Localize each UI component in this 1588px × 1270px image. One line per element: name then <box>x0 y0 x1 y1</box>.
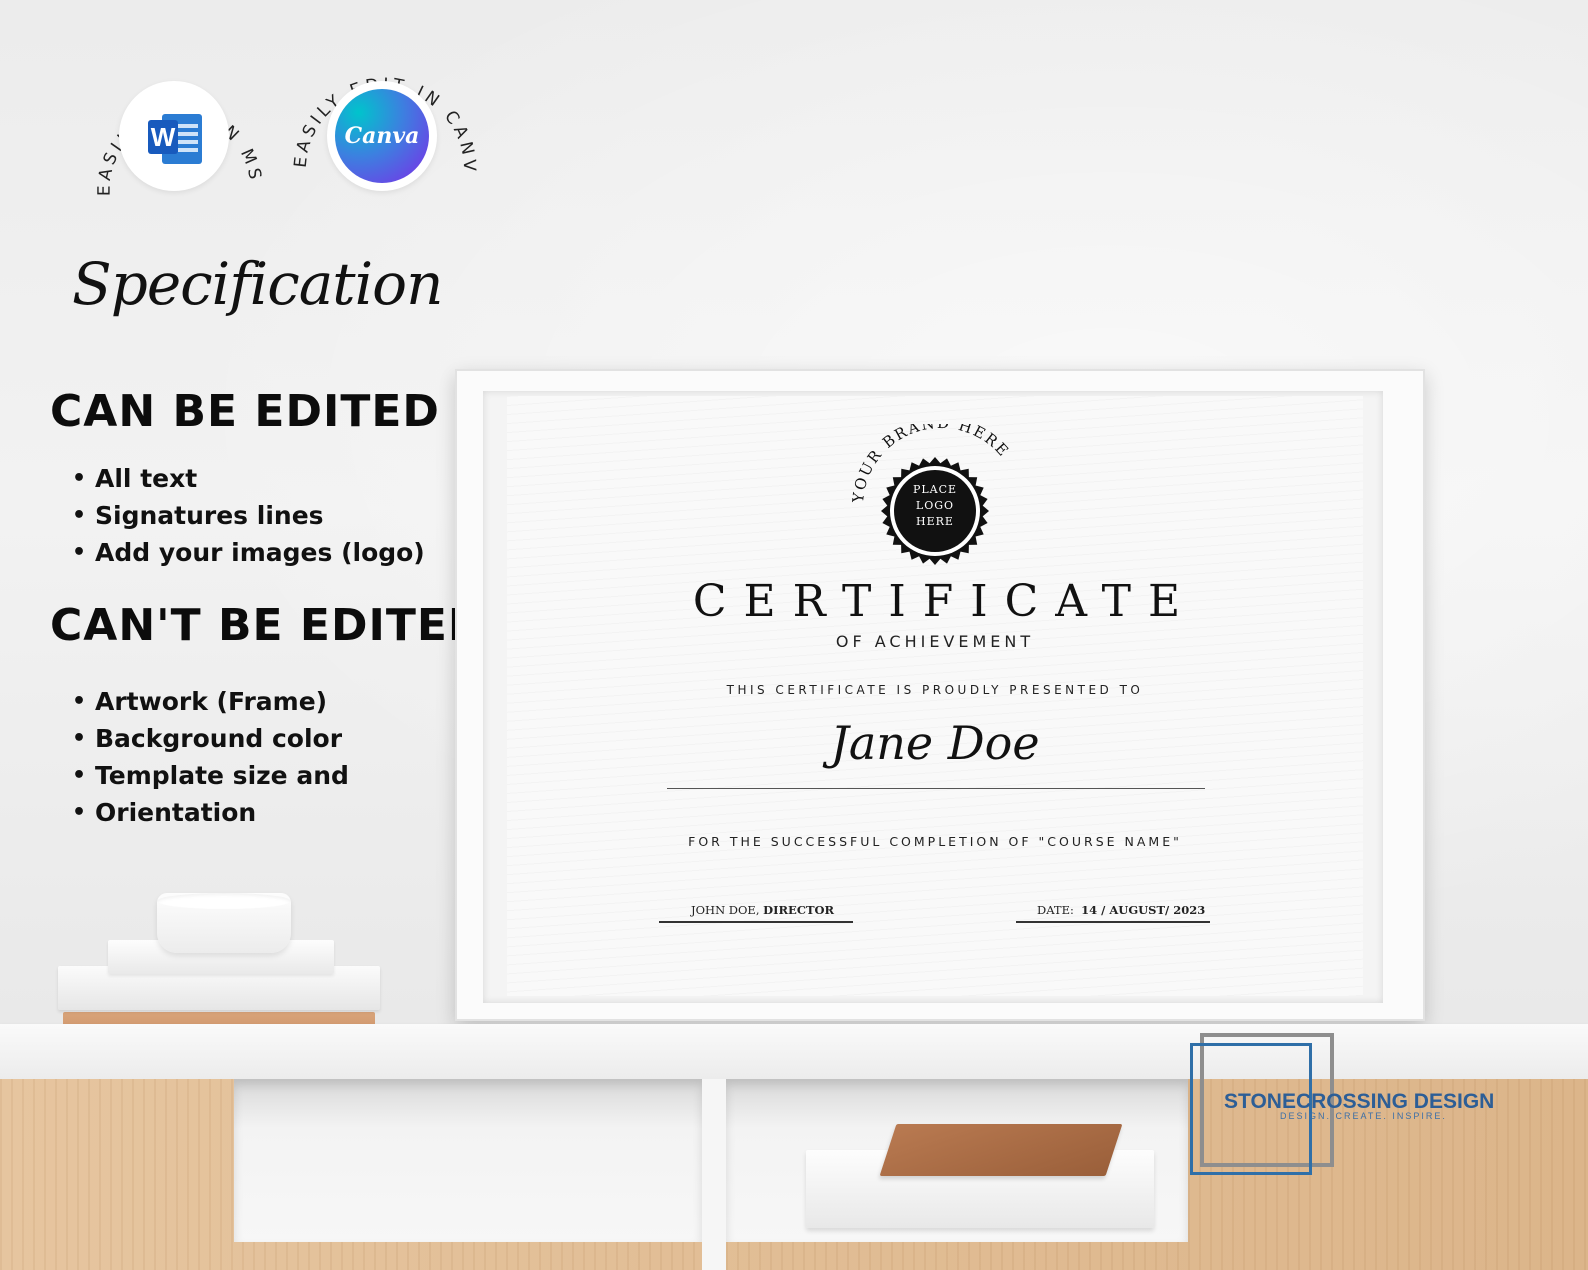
cant-edit-heading: CAN'T BE EDITED <box>50 600 486 651</box>
certificate: YOUR BRAND HERE PLACE LOGO HERE CERTIFIC… <box>507 396 1363 996</box>
list-item: Add your images (logo) <box>72 534 425 571</box>
list-item: Background color <box>72 720 349 757</box>
watermark-tagline: DESIGN. CREATE. INSPIRE. <box>1280 1111 1447 1121</box>
seal-line: PLACE <box>912 483 958 496</box>
certificate-title: CERTIFICATE <box>692 576 1198 627</box>
shelf-brown-book <box>879 1124 1123 1176</box>
list-item: All text <box>72 460 425 497</box>
shelf-divider <box>702 1079 726 1270</box>
list-item: Artwork (Frame) <box>72 683 349 720</box>
picture-frame: YOUR BRAND HERE PLACE LOGO HERE CERTIFIC… <box>455 369 1425 1021</box>
word-badge: EASILY EDIT IN MS WORD W <box>74 36 274 236</box>
date-line <box>1016 921 1210 923</box>
seal-line: HERE <box>916 515 954 528</box>
ms-word-icon: W <box>148 110 204 166</box>
cabinet-top <box>0 1024 1588 1079</box>
seal-placeholder-text: PLACE LOGO HERE <box>890 482 980 530</box>
date-label: DATE: <box>1037 903 1074 917</box>
presented-text: THIS CERTIFICATE IS PROUDLY PRESENTED TO <box>726 683 1144 697</box>
word-icon-letter: W <box>148 120 178 154</box>
recipient-line <box>667 788 1205 789</box>
canva-icon: Canva <box>335 89 429 183</box>
recipient-name: Jane Doe <box>830 716 1040 770</box>
signer-role: DIRECTOR <box>763 903 835 917</box>
left-shelf <box>234 1079 702 1242</box>
seal-line: LOGO <box>915 499 955 512</box>
canva-badge: EASILY EDIT IN CANVA Canva <box>282 36 482 236</box>
completion-text: FOR THE SUCCESSFUL COMPLETION OF "COURSE… <box>688 834 1182 849</box>
signer-name: JOHN DOE, <box>691 903 760 917</box>
date-value: 14 / AUGUST/ 2023 <box>1081 903 1206 917</box>
can-edit-list: All text Signatures lines Add your image… <box>72 460 425 571</box>
cant-edit-list: Artwork (Frame) Background color Templat… <box>72 683 349 831</box>
specification-title: Specification <box>72 250 443 318</box>
list-item: Orientation <box>72 794 349 831</box>
list-item: Signatures lines <box>72 497 425 534</box>
signature-line <box>659 921 853 923</box>
bowl-rim <box>157 893 291 909</box>
frame-mat: YOUR BRAND HERE PLACE LOGO HERE CERTIFIC… <box>483 391 1383 1003</box>
can-edit-heading: CAN BE EDITED <box>50 386 440 437</box>
list-item: Template size and <box>72 757 349 794</box>
certificate-subtitle: OF ACHIEVEMENT <box>835 632 1035 651</box>
signer-label: JOHN DOE, DIRECTOR <box>691 903 834 917</box>
date-label-group: DATE: 14 / AUGUST/ 2023 <box>1037 903 1205 917</box>
canva-icon-text: Canva <box>344 123 420 149</box>
